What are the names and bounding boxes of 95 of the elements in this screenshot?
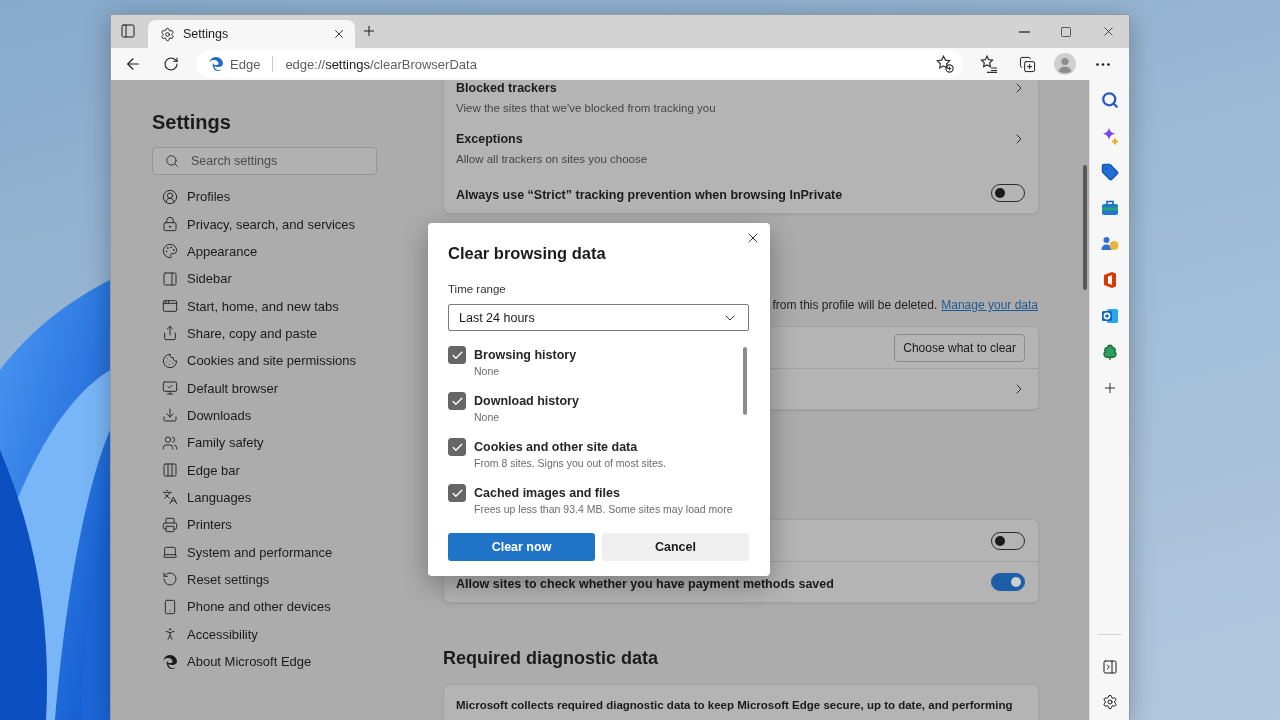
search-icon: [1100, 91, 1119, 109]
toolbox-icon: [1100, 199, 1119, 217]
settings-icon: [160, 26, 175, 42]
nav-item[interactable]: Share, copy and paste: [152, 319, 377, 348]
option-label: Cached images and files: [474, 485, 621, 501]
browser-tab[interactable]: Settings: [148, 20, 355, 48]
nav-item[interactable]: Downloads: [152, 401, 377, 430]
setting-title: Allow sites to check whether you have payment methods saved: [456, 576, 835, 592]
clear-now-button[interactable]: Clear now: [448, 533, 595, 561]
cookie-icon: [162, 352, 178, 369]
user-icon: [162, 188, 178, 205]
checkbox[interactable]: [448, 346, 466, 364]
avatar-icon: [1054, 53, 1076, 75]
nav-item[interactable]: System and performance: [152, 538, 377, 566]
lock-icon: [162, 216, 178, 232]
field-label: Time range: [448, 282, 507, 296]
setting-description: View the sites that we've blocked from tracking you: [456, 101, 717, 115]
setting-title: Always use “Strict” tracking prevention when browsing InPrivate: [456, 186, 844, 203]
option-label: Browsing history: [474, 347, 577, 363]
people-icon: [162, 434, 178, 451]
address-bar[interactable]: Edge edge://settings/clearBrowserData: [196, 50, 962, 78]
checkbox[interactable]: [448, 392, 466, 410]
download-icon: [162, 407, 178, 424]
person-icon: [162, 626, 178, 643]
nav-item[interactable]: About Microsoft Edge: [152, 647, 377, 676]
mail-app-icon: [1100, 307, 1119, 325]
site-label: Edge: [230, 56, 261, 72]
phone-icon: [162, 598, 178, 615]
translate-icon: [162, 489, 178, 506]
nav-item[interactable]: Profiles: [152, 183, 377, 211]
minimize-icon: [1018, 30, 1030, 33]
copy-plus-icon: [1018, 55, 1036, 73]
nav-item[interactable]: Family safety: [152, 429, 377, 457]
scrollbar-thumb[interactable]: [1083, 165, 1087, 290]
people-icon: [1100, 235, 1119, 253]
option-label: Download history: [474, 393, 579, 409]
nav-item[interactable]: Appearance: [152, 237, 377, 266]
nav-item[interactable]: Sidebar: [152, 265, 377, 293]
browser-logo-icon: [208, 56, 224, 72]
add-icon: [361, 23, 377, 39]
nav-item[interactable]: Edge bar: [152, 456, 377, 484]
option-detail: Frees up less than 93.4 MB. Some sites may load more: [474, 503, 733, 516]
refresh-icon: [163, 56, 179, 72]
nav-item[interactable]: Reset settings: [152, 565, 377, 594]
setting-description: Allow all trackers on sites you choose: [456, 152, 649, 166]
reset-icon: [162, 571, 178, 588]
search-field[interactable]: Search settings: [152, 147, 377, 175]
nav-item[interactable]: Privacy, search, and services: [152, 210, 377, 238]
sparkle-icon: [1100, 127, 1119, 145]
time-range-select[interactable]: Last 24 hours: [448, 304, 749, 331]
toggle-switch[interactable]: [991, 573, 1025, 591]
search-icon: [165, 154, 179, 168]
option-detail: None: [474, 411, 501, 424]
tree-icon: [1100, 343, 1119, 361]
add-favorite-button[interactable]: [933, 52, 957, 76]
cancel-button[interactable]: Cancel: [602, 533, 749, 561]
columns-icon: [162, 462, 178, 479]
panel-icon: [120, 23, 136, 39]
monitor-check-icon: [162, 380, 178, 397]
tag-icon: [1100, 163, 1119, 181]
settings-icon: [1101, 694, 1118, 710]
setting-description: Microsoft collects required diagnostic data to keep Microsoft Edge secure, up to date, and performing: [455, 698, 1014, 713]
star-plus-icon: [936, 55, 954, 73]
dialog-title: Clear browsing data: [448, 243, 607, 264]
browser-logo-icon: [162, 653, 178, 670]
laptop-icon: [162, 544, 178, 561]
setting-title: Exceptions: [456, 131, 524, 147]
nav-item[interactable]: Start, home, and new tabs: [152, 292, 377, 320]
choose-what-to-clear-button[interactable]: Choose what to clear: [894, 333, 1025, 362]
settings-title: Settings: [152, 110, 232, 134]
close-icon: [332, 27, 346, 41]
palette-icon: [162, 243, 178, 260]
more-icon: [1096, 62, 1110, 66]
nav-item[interactable]: Accessibility: [152, 620, 377, 648]
scrollbar-thumb[interactable]: [743, 347, 747, 415]
address-url: edge://settings/clearBrowserData: [285, 56, 477, 72]
star-list-icon: [980, 55, 998, 73]
nav-item[interactable]: Default browser: [152, 374, 377, 402]
option-detail: From 8 sites. Signs you out of most sites.: [474, 457, 666, 470]
nav-item[interactable]: Languages: [152, 483, 377, 512]
checkbox[interactable]: [448, 438, 466, 456]
section-heading: Required diagnostic data: [443, 647, 659, 669]
panel-icon: [162, 270, 178, 287]
maximize-icon: [1060, 25, 1072, 38]
option-label: Cookies and other site data: [474, 439, 639, 455]
nav-item[interactable]: Phone and other devices: [152, 593, 377, 621]
section-description: from this profile will be deleted.: [772, 297, 938, 313]
nav-item[interactable]: Cookies and site permissions: [152, 347, 377, 375]
share-icon: [162, 325, 178, 342]
printer-icon: [162, 516, 178, 533]
checkbox[interactable]: [448, 484, 466, 502]
window-icon: [162, 298, 178, 315]
nav-item[interactable]: Printers: [152, 511, 377, 539]
option-detail: None: [474, 365, 501, 378]
setting-title: Blocked trackers: [456, 80, 558, 96]
